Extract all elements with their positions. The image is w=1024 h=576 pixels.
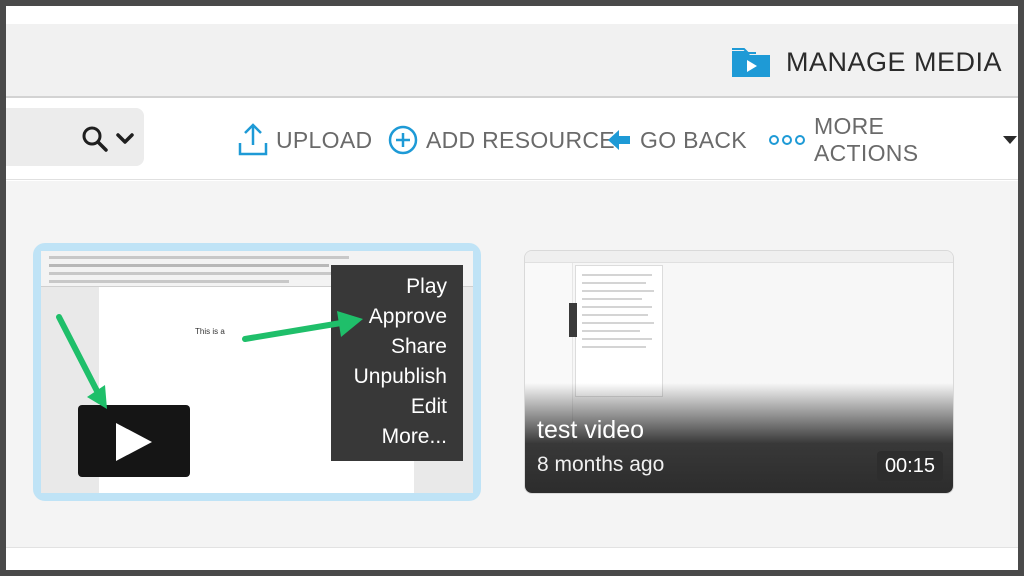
search-icon[interactable] bbox=[82, 126, 108, 152]
media-grid: This is a Play Approve Share Unpublish E… bbox=[6, 181, 1018, 548]
media-card-selected[interactable]: This is a Play Approve Share Unpublish E… bbox=[33, 243, 481, 501]
search-box[interactable] bbox=[6, 108, 144, 166]
folder-play-icon bbox=[731, 48, 770, 77]
arrow-to-approve-icon bbox=[242, 311, 363, 342]
media-card[interactable]: test video 8 months ago 00:15 bbox=[524, 250, 954, 494]
add-circle-icon bbox=[388, 125, 418, 155]
chevron-down-icon[interactable] bbox=[116, 132, 134, 146]
go-back-label: GO BACK bbox=[640, 126, 747, 153]
video-age: 8 months ago bbox=[537, 453, 665, 476]
arrow-to-play-icon bbox=[56, 314, 107, 409]
footer-strip bbox=[6, 548, 1018, 570]
add-resource-label: ADD RESOURCE bbox=[426, 126, 615, 153]
upload-label: UPLOAD bbox=[276, 126, 373, 153]
media-thumbnail[interactable]: This is a Play Approve Share Unpublish E… bbox=[41, 251, 473, 493]
add-resource-button[interactable]: ADD RESOURCE bbox=[388, 120, 615, 160]
arrow-left-icon bbox=[608, 130, 630, 150]
upload-button[interactable]: UPLOAD bbox=[238, 120, 372, 160]
top-header: MANAGE MEDIA bbox=[6, 24, 1018, 98]
manage-media-title: MANAGE MEDIA bbox=[730, 42, 1002, 82]
video-duration-badge: 00:15 bbox=[876, 451, 943, 481]
video-title[interactable]: test video bbox=[537, 416, 644, 445]
toolbar: UPLOAD ADD RESOURCE GO BACK MORE ACTIONS bbox=[6, 100, 1018, 180]
upload-icon bbox=[238, 123, 268, 156]
more-dots-icon bbox=[769, 135, 805, 145]
thumbnail-panel bbox=[575, 265, 663, 397]
app-frame: MANAGE MEDIA UPLOAD ADD RESOURCE GO BACK… bbox=[6, 6, 1018, 570]
caret-down-icon bbox=[1003, 136, 1017, 144]
more-actions-button[interactable]: MORE ACTIONS bbox=[768, 113, 1018, 166]
page-title: MANAGE MEDIA bbox=[785, 46, 1002, 77]
annotation-arrows bbox=[56, 311, 363, 409]
go-back-button[interactable]: GO BACK bbox=[608, 120, 747, 160]
more-actions-label: MORE ACTIONS bbox=[814, 113, 919, 166]
